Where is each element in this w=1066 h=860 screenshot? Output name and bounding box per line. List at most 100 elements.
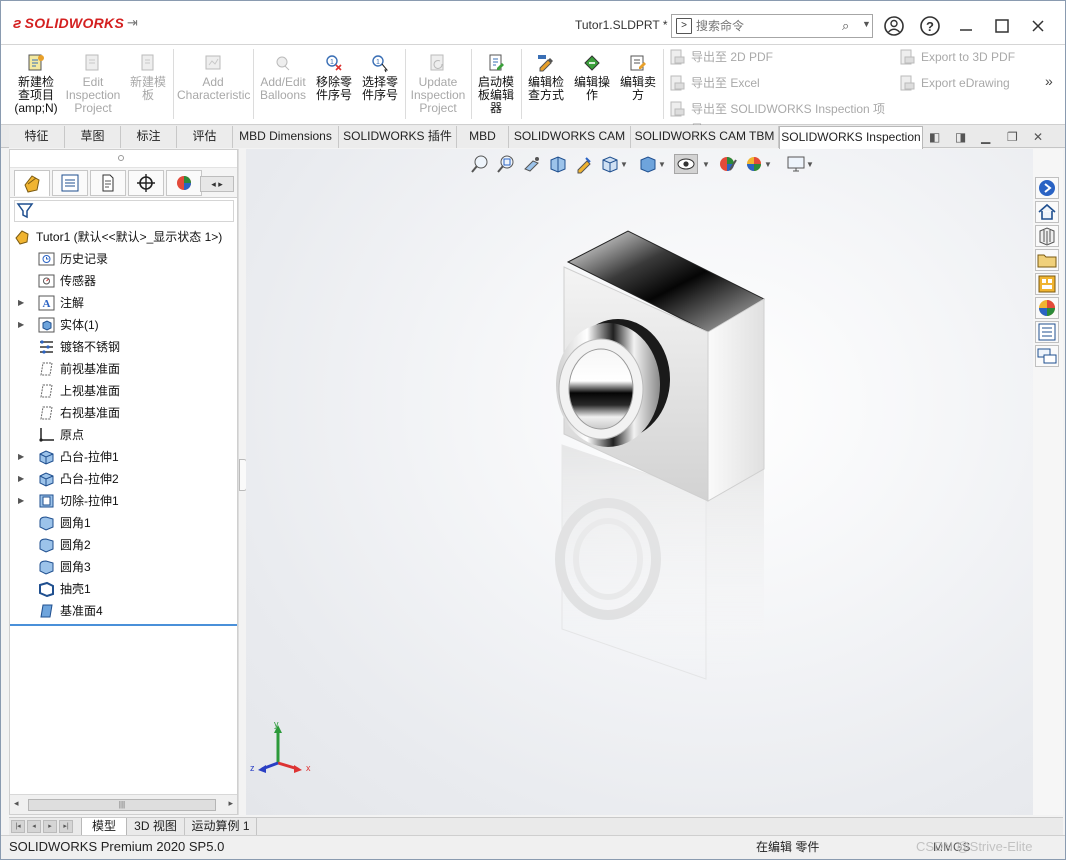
tab-3d-views[interactable]: 3D 视图 [127, 818, 185, 836]
horizontal-scrollbar[interactable]: ◂ ||| ▸ [10, 794, 237, 814]
panel-splitter[interactable] [238, 149, 247, 815]
display-manager-tab-icon[interactable] [166, 170, 202, 196]
edit-inspection-method-button[interactable]: 编辑检查方式 [523, 49, 569, 121]
filter-icon[interactable] [15, 201, 35, 221]
tree-item-right-plane[interactable]: 右视基准面 [10, 402, 237, 424]
tab-model[interactable]: 模型 [81, 818, 127, 836]
edit-operation-button[interactable]: 编辑操作 [569, 49, 615, 121]
tab-solidworks-inspection[interactable]: SOLIDWORKS Inspection [779, 126, 923, 149]
expand-arrow-icon[interactable]: ▶ [18, 314, 24, 336]
tree-item-origin[interactable]: 原点 [10, 424, 237, 446]
pane-right-icon[interactable]: ◨ [955, 130, 966, 144]
pane-min-icon[interactable]: ▁ [981, 130, 990, 144]
home-icon[interactable] [1035, 201, 1059, 223]
solidworks-resources-icon[interactable] [1035, 177, 1059, 199]
tab-features[interactable]: 特征 [9, 126, 65, 148]
tree-item-material[interactable]: 镀铬不锈钢 [10, 336, 237, 358]
tree-item-fillet3[interactable]: 圆角3 [10, 556, 237, 578]
update-inspection-project-button[interactable]: Update Inspection Project [407, 49, 469, 121]
expand-arrow-icon[interactable]: ▶ [18, 490, 24, 512]
export-2d-pdf-button[interactable]: 导出至 2D PDF [665, 47, 865, 67]
tree-filter[interactable] [14, 200, 234, 222]
design-library-icon[interactable] [1035, 225, 1059, 247]
view-palette-icon[interactable] [1035, 273, 1059, 295]
file-explorer-icon[interactable] [1035, 249, 1059, 271]
maximize-button[interactable] [989, 13, 1015, 39]
remove-balloon-sequence-button[interactable]: 1 移除零件序号 [311, 49, 357, 121]
chevron-down-icon[interactable]: ▼ [862, 19, 871, 29]
tree-item-history[interactable]: 历史记录 [10, 248, 237, 270]
panel-tab-scroll[interactable]: ◂ ▸ [200, 176, 234, 192]
add-characteristic-button[interactable]: Add Characteristic [177, 49, 250, 121]
pane-left-icon[interactable]: ◧ [929, 130, 940, 144]
select-balloon-sequence-button[interactable]: 1 选择零件序号 [357, 49, 403, 121]
command-search[interactable]: > ⌕ ▼ [671, 14, 873, 38]
dimxpert-tab-icon[interactable] [128, 170, 164, 196]
tab-motion-study[interactable]: 运动算例 1 [185, 818, 257, 836]
tab-evaluate[interactable]: 评估 [177, 126, 233, 148]
separator [253, 49, 254, 119]
tree-item-top-plane[interactable]: 上视基准面 [10, 380, 237, 402]
minimize-button[interactable] [953, 13, 979, 39]
tree-item-solid-bodies[interactable]: ▶ 实体(1) [10, 314, 237, 336]
export-edrawing-button[interactable]: Export eDrawing [895, 73, 1035, 93]
custom-properties-icon[interactable] [1035, 321, 1059, 343]
configuration-manager-tab-icon[interactable] [90, 170, 126, 196]
tree-item-boss-extrude2[interactable]: ▶ 凸台-拉伸2 [10, 468, 237, 490]
edit-inspection-project-button[interactable]: Edit Inspection Project [63, 49, 123, 121]
more-commands-icon[interactable]: » [1045, 73, 1053, 89]
tree-item-sensors[interactable]: 传感器 [10, 270, 237, 292]
expand-arrow-icon[interactable]: ▶ [18, 292, 24, 314]
solidworks-logo[interactable]: ƨ SOLIDWORKS [13, 15, 124, 32]
drag-handle-icon[interactable] [118, 155, 124, 161]
part-model-view[interactable] [246, 149, 1033, 815]
edit-vendor-button[interactable]: 编辑卖方 [615, 49, 661, 121]
tab-annotation[interactable]: 标注 [121, 126, 177, 148]
graphics-area[interactable]: ▼ ▼ ▼ ▼ ▼ y x z [246, 149, 1033, 815]
rollback-bar[interactable] [10, 624, 237, 626]
tab-mbd[interactable]: MBD [457, 126, 509, 148]
tree-item-plane4[interactable]: 基准面4 [10, 600, 237, 622]
tree-item-annotations[interactable]: ▶ A 注解 [10, 292, 237, 314]
new-template-button[interactable]: 新建模板 [125, 49, 171, 121]
launch-template-editor-button[interactable]: 启动模板编辑器 [473, 49, 519, 121]
next-tab-icon[interactable]: ▸ [43, 820, 57, 833]
tree-item-boss-extrude1[interactable]: ▶ 凸台-拉伸1 [10, 446, 237, 468]
scroll-thumb[interactable]: ||| [28, 799, 216, 811]
export-inspection-project-button[interactable]: 导出至 SOLIDWORKS Inspection 项目 [665, 99, 895, 136]
close-button[interactable] [1025, 13, 1051, 39]
prev-tab-icon[interactable]: ◂ [27, 820, 41, 833]
last-tab-icon[interactable]: ▸| [59, 820, 73, 833]
tab-solidworks-cam-tbm[interactable]: SOLIDWORKS CAM TBM [631, 126, 779, 148]
scroll-left-icon[interactable]: ◂ [14, 798, 19, 809]
tab-solidworks-cam[interactable]: SOLIDWORKS CAM [509, 126, 631, 148]
tab-sketch[interactable]: 草图 [65, 126, 121, 148]
pane-close-icon[interactable]: ✕ [1033, 130, 1043, 144]
expand-arrow-icon[interactable]: ▶ [18, 446, 24, 468]
export-3d-pdf-button[interactable]: Export to 3D PDF [895, 47, 1035, 67]
expand-arrow-icon[interactable]: ▶ [18, 468, 24, 490]
tree-item-shell1[interactable]: 抽壳1 [10, 578, 237, 600]
tree-item-cut-extrude1[interactable]: ▶ 切除-拉伸1 [10, 490, 237, 512]
user-icon[interactable] [881, 13, 907, 39]
help-icon[interactable]: ? [917, 13, 943, 39]
search-input[interactable] [696, 17, 836, 35]
export-excel-button[interactable]: 导出至 Excel [665, 73, 865, 93]
tab-solidworks-addins[interactable]: SOLIDWORKS 插件 [339, 126, 457, 148]
first-tab-icon[interactable]: |◂ [11, 820, 25, 833]
add-edit-balloons-button[interactable]: Add/Edit Balloons [257, 49, 309, 121]
appearances-icon[interactable] [1035, 297, 1059, 319]
property-manager-tab-icon[interactable] [52, 170, 88, 196]
pane-restore-icon[interactable]: ❐ [1007, 130, 1018, 144]
tab-mbd-dimensions[interactable]: MBD Dimensions [233, 126, 339, 148]
tree-root[interactable]: Tutor1 (默认<<默认>_显示状态 1>) [10, 226, 237, 248]
tree-item-front-plane[interactable]: 前视基准面 [10, 358, 237, 380]
feature-manager-tab-icon[interactable] [14, 170, 50, 196]
tree-item-fillet1[interactable]: 圆角1 [10, 512, 237, 534]
tree-item-fillet2[interactable]: 圆角2 [10, 534, 237, 556]
search-icon[interactable]: ⌕ [842, 18, 849, 34]
scroll-right-icon[interactable]: ▸ [228, 798, 233, 809]
pin-icon[interactable]: ⇥ [127, 15, 138, 31]
forum-icon[interactable] [1035, 345, 1059, 367]
new-inspection-project-button[interactable]: 新建检查项目(amp;N) [9, 49, 63, 121]
